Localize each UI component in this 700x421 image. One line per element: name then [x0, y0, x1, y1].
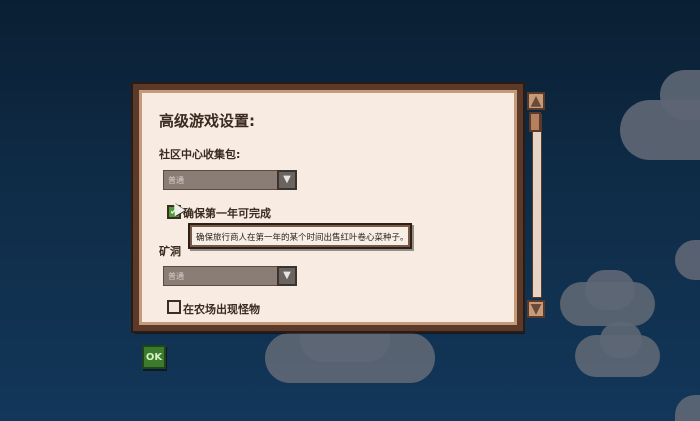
- monsters-checkbox[interactable]: [167, 300, 181, 314]
- dropdown-value: 普通: [168, 176, 184, 185]
- cloud: [675, 240, 700, 280]
- dropdown-value: 普通: [168, 272, 184, 281]
- monsters-label: 在农场出现怪物: [183, 303, 260, 316]
- scroll-track[interactable]: [532, 114, 542, 298]
- chevron-down-icon[interactable]: ▼: [277, 170, 297, 190]
- cloud: [600, 322, 642, 358]
- scroll-down-icon[interactable]: ▼: [527, 300, 545, 318]
- community-center-label: 社区中心收集包:: [159, 148, 241, 161]
- scroll-thumb[interactable]: [529, 112, 541, 132]
- scrollbar[interactable]: ▲ ▼: [527, 92, 547, 318]
- dialog-content: 高级游戏设置: 社区中心收集包: 普通 ▼ ✓ 确保第一年可完成 矿洞 普通 ▼…: [157, 104, 507, 317]
- guarantee-year1-label: 确保第一年可完成: [183, 207, 271, 220]
- mines-label: 矿洞: [159, 245, 181, 258]
- scroll-up-icon[interactable]: ▲: [527, 92, 545, 110]
- advanced-settings-dialog: 高级游戏设置: 社区中心收集包: 普通 ▼ ✓ 确保第一年可完成 矿洞 普通 ▼…: [131, 82, 525, 333]
- chevron-down-icon[interactable]: ▼: [277, 266, 297, 286]
- community-center-dropdown[interactable]: 普通 ▼: [163, 170, 297, 190]
- tooltip: 确保旅行商人在第一年的某个时间出售红叶卷心菜种子。: [188, 223, 412, 249]
- cloud: [585, 270, 635, 310]
- dialog-title: 高级游戏设置:: [159, 112, 255, 130]
- cloud: [675, 395, 700, 421]
- mines-dropdown[interactable]: 普通 ▼: [163, 266, 297, 286]
- ok-button[interactable]: OK: [142, 345, 166, 369]
